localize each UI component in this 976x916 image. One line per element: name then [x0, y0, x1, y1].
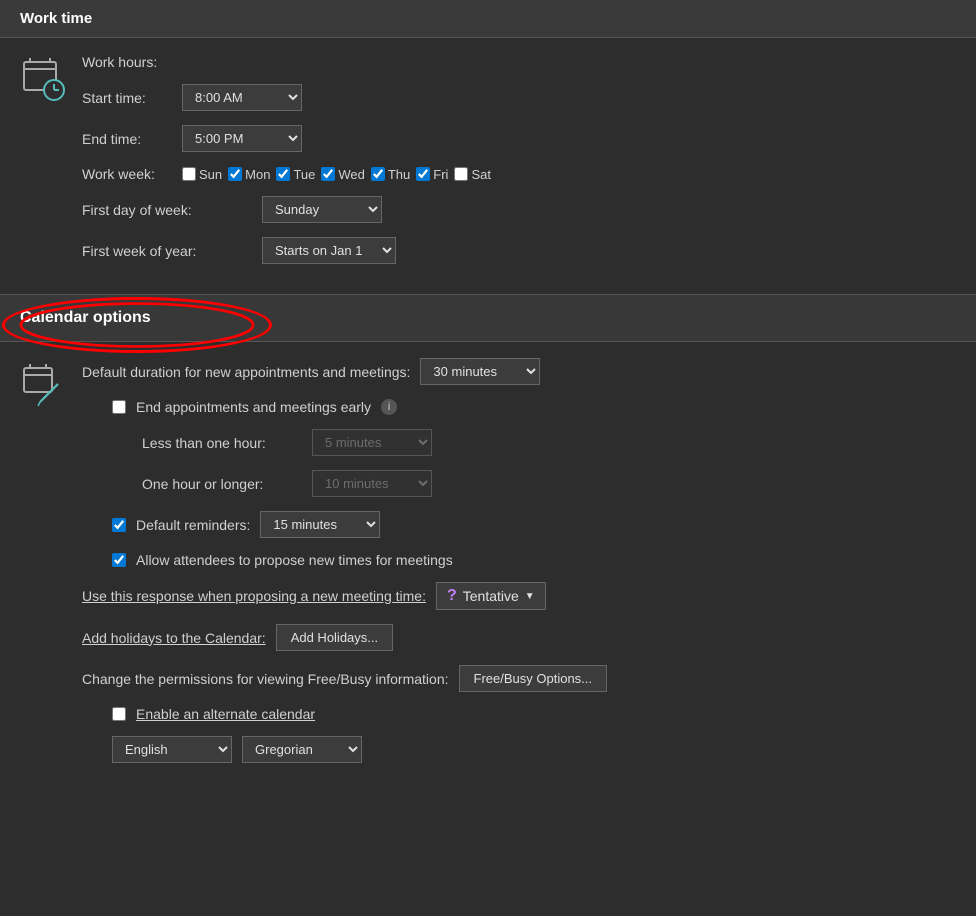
calendar-options-icon-area: Default duration for new appointments an… [20, 358, 956, 777]
less-hour-row: Less than one hour: 5 minutes 10 minutes [82, 429, 956, 456]
calendar-options-title: Calendar options [20, 309, 151, 327]
language-select[interactable]: English [112, 736, 232, 763]
wed-label: Wed [338, 167, 365, 182]
start-time-select[interactable]: 8:00 AM 7:00 AM 9:00 AM [182, 84, 302, 111]
one-hour-label: One hour or longer: [142, 476, 302, 492]
allow-attendees-checkbox[interactable] [112, 553, 126, 567]
end-early-info-icon[interactable]: i [381, 399, 397, 415]
thu-checkbox[interactable] [371, 167, 385, 181]
day-fri: Fri [416, 167, 448, 182]
worktime-title: Work time [20, 10, 92, 27]
work-week-label: Work week: [82, 166, 172, 182]
fri-label: Fri [433, 167, 448, 182]
change-permissions-row: Change the permissions for viewing Free/… [82, 665, 956, 692]
allow-attendees-row: Allow attendees to propose new times for… [82, 552, 956, 568]
one-hour-select[interactable]: 10 minutes 5 minutes 15 minutes [312, 470, 432, 497]
mon-checkbox[interactable] [228, 167, 242, 181]
worktime-fields: Work hours: Start time: 8:00 AM 7:00 AM … [82, 54, 956, 278]
sat-checkbox[interactable] [454, 167, 468, 181]
wed-checkbox[interactable] [321, 167, 335, 181]
end-early-label: End appointments and meetings early [136, 399, 371, 415]
day-sun: Sun [182, 167, 222, 182]
start-time-label: Start time: [82, 90, 172, 106]
default-duration-row: Default duration for new appointments an… [82, 358, 956, 385]
first-day-select[interactable]: Sunday Monday Saturday [262, 196, 382, 223]
worktime-icon-area: Work hours: Start time: 8:00 AM 7:00 AM … [20, 54, 956, 278]
tentative-icon: ? [447, 587, 457, 605]
end-early-checkbox[interactable] [112, 400, 126, 414]
language-calendar-row: English Gregorian [82, 736, 956, 763]
tue-checkbox[interactable] [276, 167, 290, 181]
tentative-dropdown[interactable]: ? Tentative ▼ [436, 582, 546, 610]
change-permissions-label: Change the permissions for viewing Free/… [82, 671, 449, 687]
use-response-row: Use this response when proposing a new m… [82, 582, 956, 610]
add-holidays-row: Add holidays to the Calendar: Add Holida… [82, 624, 956, 651]
less-hour-label: Less than one hour: [142, 435, 302, 451]
calendar-pen-icon [20, 362, 66, 408]
end-early-row: End appointments and meetings early i [82, 399, 956, 415]
end-time-row: End time: 5:00 PM 4:00 PM 6:00 PM [82, 125, 956, 152]
alternate-calendar-label: Enable an alternate calendar [136, 706, 315, 722]
workweek-days: Sun Mon Tue Wed [182, 167, 491, 182]
end-time-label: End time: [82, 131, 172, 147]
default-reminders-label: Default reminders: [136, 517, 250, 533]
calendar-options-header: Calendar options [0, 294, 976, 342]
end-time-select[interactable]: 5:00 PM 4:00 PM 6:00 PM [182, 125, 302, 152]
sun-label: Sun [199, 167, 222, 182]
first-week-select[interactable]: Starts on Jan 1 First full week First 4-… [262, 237, 396, 264]
first-week-row: First week of year: Starts on Jan 1 Firs… [82, 237, 956, 264]
first-day-label: First day of week: [82, 202, 252, 218]
default-duration-label: Default duration for new appointments an… [82, 364, 410, 380]
day-thu: Thu [371, 167, 410, 182]
calendar-options-fields: Default duration for new appointments an… [82, 358, 956, 777]
default-reminders-row: Default reminders: 15 minutes 5 minutes … [82, 511, 956, 538]
calendar-type-select[interactable]: Gregorian [242, 736, 362, 763]
work-hours-row: Work hours: [82, 54, 956, 70]
add-holidays-button[interactable]: Add Holidays... [276, 624, 393, 651]
allow-attendees-label: Allow attendees to propose new times for… [136, 552, 453, 568]
use-response-label: Use this response when proposing a new m… [82, 588, 426, 604]
day-mon: Mon [228, 167, 270, 182]
first-day-row: First day of week: Sunday Monday Saturda… [82, 196, 956, 223]
default-reminders-select[interactable]: 15 minutes 5 minutes 30 minutes [260, 511, 380, 538]
clock-icon [20, 56, 66, 102]
free-busy-button[interactable]: Free/Busy Options... [459, 665, 608, 692]
alternate-calendar-row: Enable an alternate calendar [82, 706, 956, 722]
sun-checkbox[interactable] [182, 167, 196, 181]
add-holidays-label: Add holidays to the Calendar: [82, 630, 266, 646]
day-wed: Wed [321, 167, 365, 182]
day-tue: Tue [276, 167, 315, 182]
first-week-label: First week of year: [82, 243, 252, 259]
less-hour-select[interactable]: 5 minutes 10 minutes [312, 429, 432, 456]
tue-label: Tue [293, 167, 315, 182]
work-hours-label: Work hours: [82, 54, 157, 70]
fri-checkbox[interactable] [416, 167, 430, 181]
worktime-header: Work time [0, 0, 976, 38]
calendar-options-content: Default duration for new appointments an… [0, 342, 976, 793]
sat-label: Sat [471, 167, 491, 182]
one-hour-row: One hour or longer: 10 minutes 5 minutes… [82, 470, 956, 497]
tentative-label: Tentative [463, 588, 519, 604]
alternate-calendar-checkbox[interactable] [112, 707, 126, 721]
worktime-content: Work hours: Start time: 8:00 AM 7:00 AM … [0, 38, 976, 294]
day-sat: Sat [454, 167, 491, 182]
start-time-row: Start time: 8:00 AM 7:00 AM 9:00 AM [82, 84, 956, 111]
default-duration-select[interactable]: 30 minutes 15 minutes 60 minutes [420, 358, 540, 385]
work-week-row: Work week: Sun Mon Tue [82, 166, 956, 182]
default-reminders-checkbox[interactable] [112, 518, 126, 532]
mon-label: Mon [245, 167, 270, 182]
tentative-dropdown-arrow: ▼ [525, 591, 535, 602]
thu-label: Thu [388, 167, 410, 182]
